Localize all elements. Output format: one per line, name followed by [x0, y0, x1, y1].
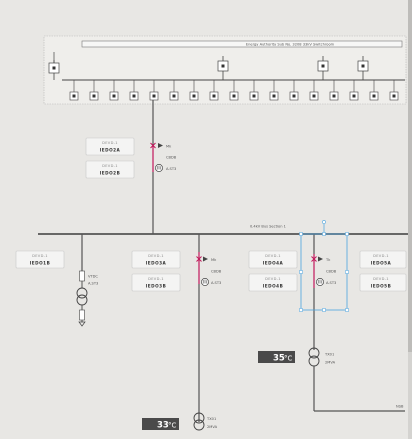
device-card[interactable]: DEVD-1 IEDO4A [248, 250, 298, 269]
switchgear-panel[interactable]: Energy Authority Sub No. 3208 33kV Switc… [43, 35, 407, 105]
main-bus-label: 0.4kV Bus Section 1 [250, 225, 286, 229]
device-card-type: DEVD-1 [102, 164, 118, 168]
device-card-id: IEDO5B [371, 283, 392, 288]
feeder-top-label-b: CBDB [166, 156, 177, 160]
selection-box[interactable] [299, 220, 349, 312]
feeder-mid-label-b: CBDB [211, 270, 222, 274]
hand-icon[interactable] [316, 278, 324, 286]
switchgear-title: Energy Authority Sub No. 3208 33kV Switc… [246, 43, 335, 47]
feeder-selected-label-a: Tk [325, 258, 331, 262]
transformer-label-a: TX01 [324, 353, 334, 357]
feeder-mid-label-a: Mk [211, 258, 217, 262]
device-card-id: IEDO5A [371, 260, 392, 265]
temperature-unit: °C [284, 355, 293, 363]
resize-handle[interactable] [322, 232, 326, 236]
device-card[interactable]: DEVD-1 IEDO2B [85, 160, 135, 179]
device-card[interactable]: DEVD-1 IEDO1B [15, 250, 65, 269]
fuse-icon[interactable] [79, 309, 85, 321]
rotate-handle[interactable] [322, 220, 326, 224]
feeder-top-label-a: Mk [166, 144, 172, 148]
left-branch-label-b: A.ST3 [88, 282, 98, 286]
resize-handle[interactable] [322, 308, 326, 312]
device-card[interactable]: DEVD-1 IEDO3A [131, 250, 181, 269]
device-card[interactable]: DEVD-1 IEDO3B [131, 273, 181, 292]
fuse-icon[interactable] [79, 270, 85, 282]
device-card-id: IEDO2B [100, 170, 121, 175]
device-card-id: IEDO4B [263, 283, 284, 288]
resize-handle[interactable] [345, 308, 349, 312]
left-branch-label-a: VTDC [88, 275, 98, 279]
feeder-mid-label-c: A.ST3 [211, 281, 221, 285]
play-arrow-icon[interactable] [158, 143, 163, 148]
play-arrow-icon[interactable] [318, 256, 323, 262]
temperature-unit: °C [168, 422, 177, 430]
device-card-id: IEDO2A [100, 147, 121, 152]
device-card-type: DEVD-1 [148, 254, 164, 258]
device-card-type: DEVD-1 [373, 254, 389, 258]
resize-handle[interactable] [299, 308, 303, 312]
device-card[interactable]: DEVD-1 IEDO4B [248, 273, 298, 292]
feeder-top[interactable]: Mk CBDB A.ST3 [150, 100, 177, 234]
temperature-badge: 33 °C [142, 418, 179, 431]
transformer-icon[interactable] [308, 347, 320, 367]
left-branch[interactable]: VTDC A.ST3 [76, 234, 98, 327]
transformer-label-b: 2MVA [325, 361, 336, 365]
device-card[interactable]: DEVD-1 IEDO5B [359, 273, 407, 292]
device-card-type: DEVD-1 [265, 277, 281, 281]
device-card[interactable]: DEVD-1 IEDO2A [85, 137, 135, 156]
temperature-badge: 35 °C [258, 351, 295, 364]
hand-icon[interactable] [201, 278, 209, 286]
device-card-type: DEVD-1 [148, 277, 164, 281]
device-card[interactable]: DEVD-1 IEDO5A [359, 250, 407, 269]
feeder-top-label-c: A.ST3 [166, 167, 176, 171]
resize-handle[interactable] [345, 232, 349, 236]
device-card-id: IEDO1B [30, 260, 51, 265]
resize-handle[interactable] [299, 270, 303, 274]
transformer-label-b: 2MVA [207, 425, 218, 429]
hand-icon[interactable] [155, 164, 163, 172]
feeder-selected-label-c: A.ST3 [326, 281, 336, 285]
play-arrow-icon[interactable] [203, 256, 208, 262]
switchgear-title-bar [81, 40, 403, 48]
device-card-id: IEDO4A [263, 260, 284, 265]
resize-handle[interactable] [299, 232, 303, 236]
vertical-scrollbar[interactable] [408, 0, 412, 439]
single-line-diagram-canvas[interactable]: Energy Authority Sub No. 3208 33kV Switc… [0, 0, 412, 439]
transformer-icon[interactable] [76, 287, 88, 306]
device-card-type: DEVD-1 [265, 254, 281, 258]
corner-label: NSB [396, 405, 404, 409]
earth-icon [78, 321, 86, 327]
device-card-id: IEDO3A [146, 260, 167, 265]
resize-handle[interactable] [345, 270, 349, 274]
device-card-id: IEDO3B [146, 283, 167, 288]
feeder-mid[interactable]: Mk CBDB A.ST3 TX01 2MVA [193, 234, 222, 431]
main-busbar[interactable]: 0.4kV Bus Section 1 [38, 225, 408, 235]
device-card-type: DEVD-1 [32, 254, 48, 258]
device-card-type: DEVD-1 [373, 277, 389, 281]
feeder-selected-label-b: CBDB [326, 270, 337, 274]
scrollbar-thumb[interactable] [408, 0, 412, 352]
device-card-type: DEVD-1 [102, 141, 118, 145]
transformer-label-a: TX01 [206, 417, 216, 421]
